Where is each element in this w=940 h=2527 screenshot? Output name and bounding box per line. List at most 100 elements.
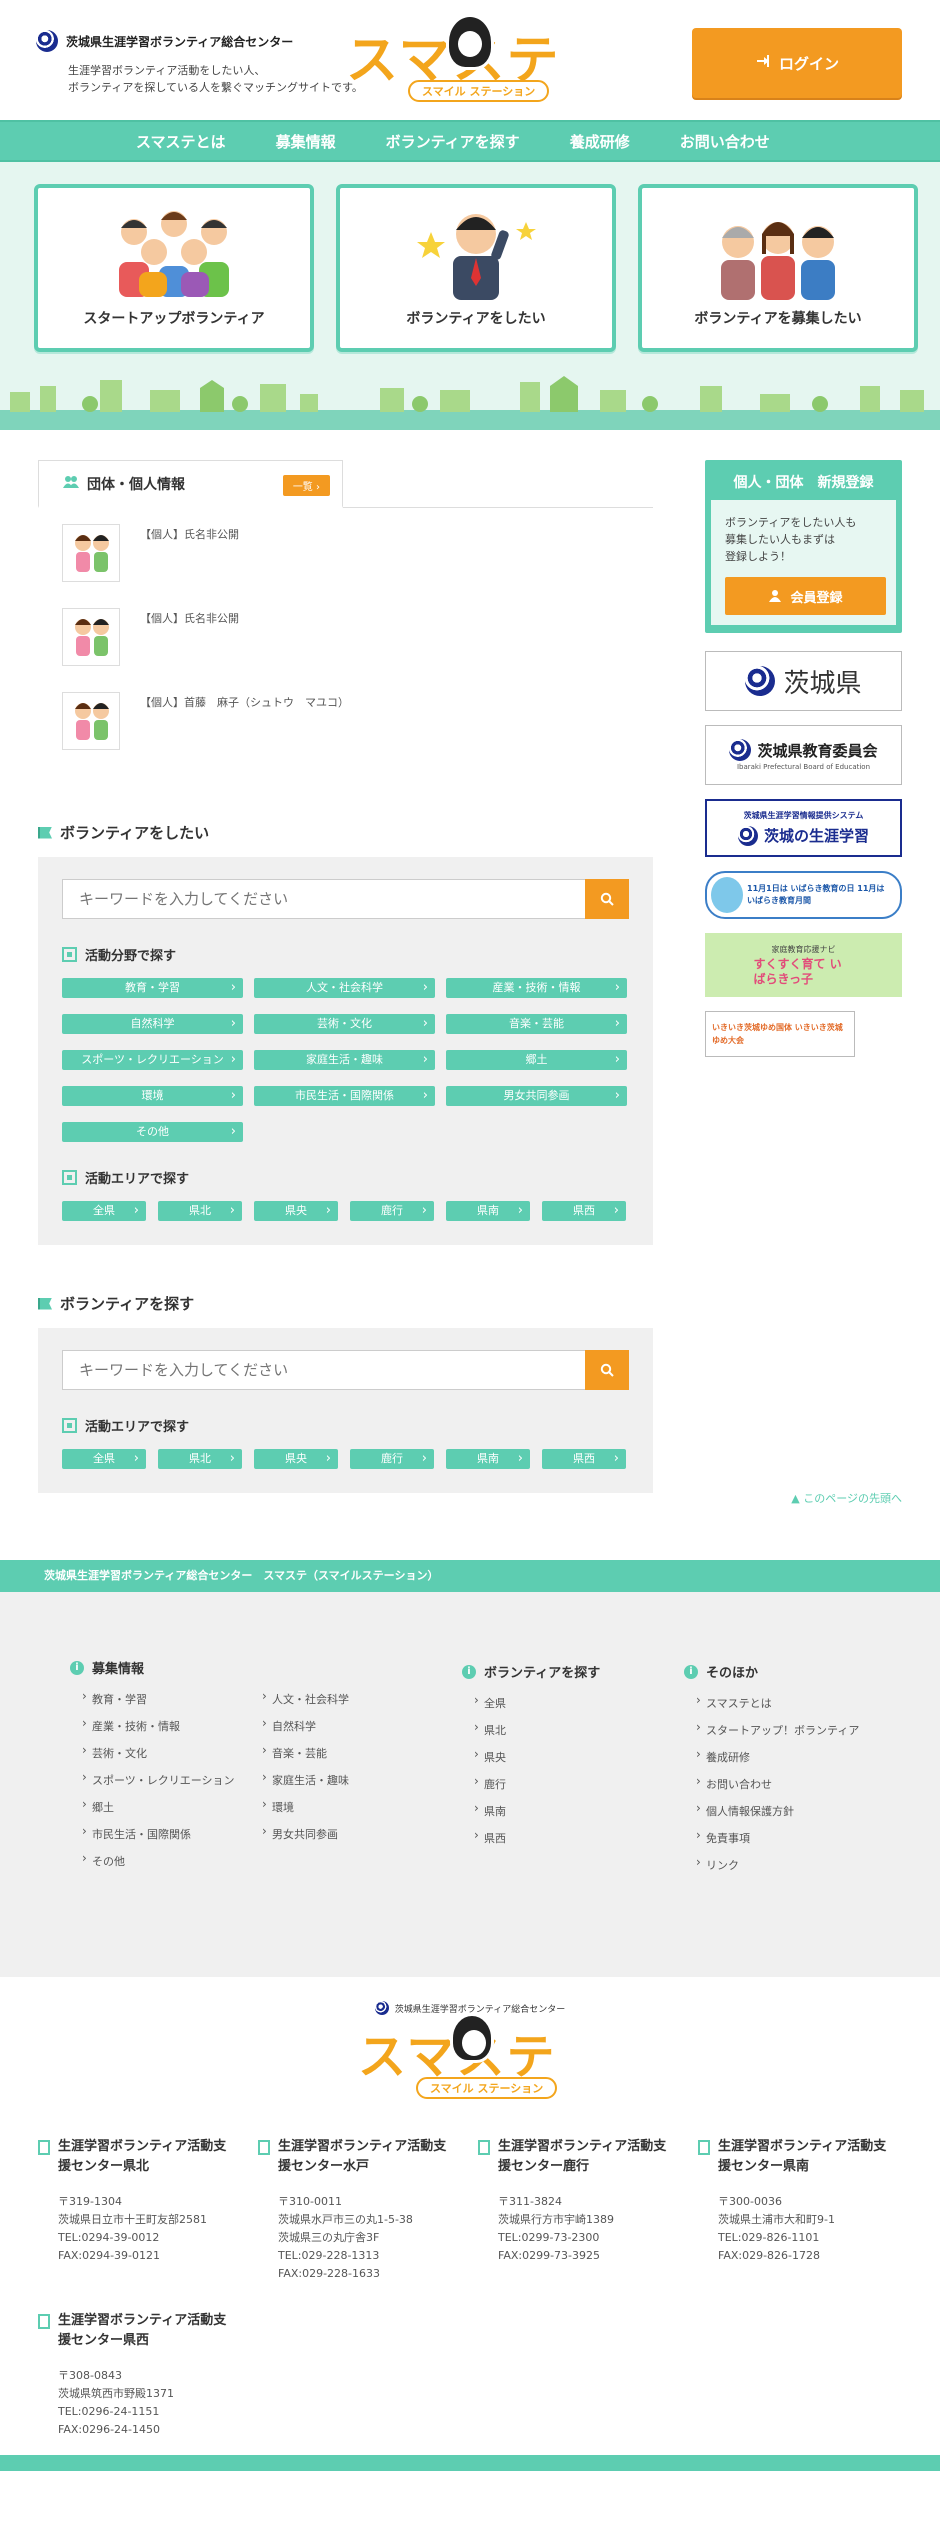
area-button[interactable]: 鹿行 (350, 1449, 434, 1469)
area-button[interactable]: 県西 (542, 1449, 626, 1469)
banner-board-of-education[interactable]: 茨城県教育委員会 Ibaraki Prefectural Board of Ed… (705, 725, 902, 785)
field-button[interactable]: スポーツ・レクリエーション (62, 1050, 243, 1070)
sitemap-link[interactable]: スポーツ・レクリエーション (70, 1770, 250, 1799)
banner-lifelong-learning[interactable]: 茨城県生涯学習情報提供システム 茨城の生涯学習 (705, 799, 902, 857)
hero-card-want-volunteer[interactable]: ボランティアをしたい (336, 184, 616, 352)
field-button[interactable]: 人文・社会科学 (254, 978, 435, 998)
field-button[interactable]: 環境 (62, 1086, 243, 1106)
sitemap-link[interactable]: 県北 (462, 1720, 600, 1749)
tab-members[interactable]: 団体・個人情報 一覧 › (38, 460, 343, 508)
sitemap-link[interactable]: 環境 (250, 1797, 430, 1826)
list-item[interactable]: 【個人】首藤 麻子（シュトウ マユコ） (38, 692, 653, 776)
field-button[interactable]: 芸術・文化 (254, 1014, 435, 1034)
children-avatar-icon (75, 535, 109, 572)
sitemap-link[interactable]: 家庭生活・趣味 (250, 1770, 430, 1799)
office-rokko: 生涯学習ボランティア活動支 援センター鹿行 〒311-3824 茨城県行方市宇崎1… (478, 2137, 688, 2265)
sitemap-link[interactable]: その他 (70, 1851, 250, 1880)
sitemap-link[interactable]: 全県 (462, 1693, 600, 1722)
sitemap-link[interactable]: リンク (684, 1855, 859, 1884)
sitemap-link[interactable]: 県西 (462, 1828, 600, 1857)
avatar (62, 524, 120, 582)
area-button[interactable]: 県北 (158, 1201, 242, 1221)
want-search-input[interactable] (62, 879, 585, 919)
find-search-input[interactable] (62, 1350, 585, 1390)
site-logo[interactable]: スマステ スマイル ステーション (346, 14, 591, 102)
children-avatar-icon (75, 703, 109, 740)
sitemap-link[interactable]: スタートアップ！ボランティア (684, 1720, 859, 1749)
field-button[interactable]: 音楽・芸能 (446, 1014, 627, 1034)
find-search-button[interactable] (585, 1350, 629, 1390)
sitemap-link[interactable]: 芸術・文化 (70, 1743, 250, 1772)
footer-sitemap: i募集情報 教育・学習 産業・技術・情報 芸術・文化 スポーツ・レクリエーション… (0, 1592, 940, 1977)
hero-card-startup[interactable]: スタートアップボランティア (34, 184, 314, 352)
field-button[interactable]: 産業・技術・情報 (446, 978, 627, 998)
find-volunteer-section: ボランティアを探す 活動エリアで探す 全県 県北 県央 鹿行 (38, 1293, 653, 1493)
banner-ibaraki-pref[interactable]: 茨城県 (705, 651, 902, 711)
nav-item-recruit[interactable]: 募集情報 (276, 131, 336, 152)
area-button[interactable]: 全県 (62, 1449, 146, 1469)
sitemap-link[interactable]: 県南 (462, 1801, 600, 1830)
area-button[interactable]: 県西 (542, 1201, 626, 1221)
sitemap-link[interactable]: お問い合わせ (684, 1774, 859, 1803)
member-list: 【個人】氏名非公開 【個人】氏名非公開 【個人】首藤 麻子（シュトウ マユコ） (38, 524, 653, 776)
sitemap-link[interactable]: 産業・技術・情報 (70, 1716, 250, 1745)
area-button[interactable]: 鹿行 (350, 1201, 434, 1221)
nav-item-about[interactable]: スマステとは (136, 131, 226, 152)
field-button[interactable]: 市民生活・国際関係 (254, 1086, 435, 1106)
sitemap-link[interactable]: 個人情報保護方針 (684, 1801, 859, 1830)
field-button[interactable]: 男女共同参画 (446, 1086, 627, 1106)
sitemap-link[interactable]: 自然科学 (250, 1716, 430, 1745)
area-button[interactable]: 県南 (446, 1201, 530, 1221)
search-icon (600, 1363, 614, 1377)
nav-item-contact[interactable]: お問い合わせ (680, 131, 770, 152)
field-button[interactable]: 教育・学習 (62, 978, 243, 998)
banner-home-education[interactable]: 家庭教育応援ナビ すくすく育て いばらきっ子 (705, 933, 902, 997)
sitemap-link[interactable]: 教育・学習 (70, 1689, 250, 1718)
hero-card-recruit-volunteer[interactable]: ボランティアを募集したい (638, 184, 918, 352)
ibaraki-logo-icon (729, 739, 752, 761)
sitemap-link[interactable]: 音楽・芸能 (250, 1743, 430, 1772)
document-icon (478, 2140, 490, 2155)
list-item[interactable]: 【個人】氏名非公開 (38, 524, 653, 608)
sitemap-link[interactable]: 人文・社会科学 (250, 1689, 430, 1718)
document-icon (38, 2314, 50, 2329)
org-identity[interactable]: 茨城県生涯学習ボランティア総合センター (36, 30, 293, 52)
want-volunteer-section: ボランティアをしたい 活動分野で探す 教育・学習 人文・社会科学 産業・技術・情… (38, 822, 653, 1245)
register-button[interactable]: 会員登録 (725, 577, 886, 615)
field-button[interactable]: 家庭生活・趣味 (254, 1050, 435, 1070)
area-button[interactable]: 全県 (62, 1201, 146, 1221)
nav-item-training[interactable]: 養成研修 (570, 131, 630, 152)
sitemap-link[interactable]: 郷土 (70, 1797, 250, 1826)
sitemap-link[interactable]: 鹿行 (462, 1774, 600, 1803)
find-search-panel: 活動エリアで探す 全県 県北 県央 鹿行 県南 県西 (38, 1328, 653, 1493)
children-avatar-icon (75, 619, 109, 656)
page-top-link[interactable]: ▲ このページの先頭へ (791, 1490, 902, 1506)
banner-kokutai[interactable]: いきいき茨城ゆめ国体 いきいき茨城ゆめ大会 (705, 1011, 855, 1057)
sitemap-link[interactable]: 県央 (462, 1747, 600, 1776)
sitemap-link[interactable]: スマステとは (684, 1693, 859, 1722)
login-button[interactable]: ログイン (692, 28, 902, 98)
sitemap-link[interactable]: 男女共同参画 (250, 1824, 430, 1853)
field-button[interactable]: その他 (62, 1122, 243, 1142)
area-button[interactable]: 県南 (446, 1449, 530, 1469)
footer-logo[interactable]: スマステ スマイル ステーション (358, 2013, 583, 2099)
area-button[interactable]: 県央 (254, 1201, 338, 1221)
area-filter-list: 全県 県北 県央 鹿行 県南 県西 (62, 1201, 629, 1221)
members-list-more-button[interactable]: 一覧 › (282, 475, 330, 496)
sitemap-link[interactable]: 市民生活・国際関係 (70, 1824, 250, 1853)
area-button[interactable]: 県北 (158, 1449, 242, 1469)
site-tagline: 生涯学習ボランティア活動をしたい人、 ボランティアを探している人を繋ぐマッチング… (68, 64, 363, 94)
info-icon: i (684, 1664, 698, 1679)
mascot-icon (711, 877, 743, 913)
field-button[interactable]: 郷土 (446, 1050, 627, 1070)
ibaraki-logo-icon (737, 825, 758, 846)
want-search-button[interactable] (585, 879, 629, 919)
sitemap-link[interactable]: 免責事項 (684, 1828, 859, 1857)
site-logo-subtitle: スマイル ステーション (408, 80, 550, 102)
area-button[interactable]: 県央 (254, 1449, 338, 1469)
banner-education-day[interactable]: 11月1日は いばらき教育の日 11月は いばらき教育月間 (705, 871, 902, 919)
list-item[interactable]: 【個人】氏名非公開 (38, 608, 653, 692)
field-button[interactable]: 自然科学 (62, 1014, 243, 1034)
nav-item-find-volunteer[interactable]: ボランティアを探す (386, 131, 520, 152)
sitemap-link[interactable]: 養成研修 (684, 1747, 859, 1776)
